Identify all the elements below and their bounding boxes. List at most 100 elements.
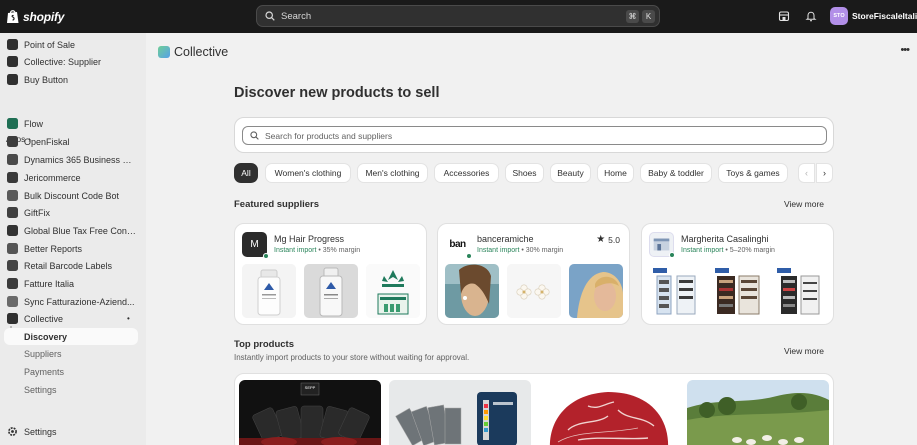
account-menu[interactable]: STO StoreFiscaleItalia <box>830 7 917 25</box>
test-strips-image <box>389 380 531 445</box>
sidebar-item-label: Payments <box>24 366 65 377</box>
bell-icon[interactable] <box>805 10 817 22</box>
shoe-cabinet-image <box>711 264 765 318</box>
sidebar-item-giftfix[interactable]: GiftFix <box>0 204 140 221</box>
sidebar-item-sync-fatturazione[interactable]: Sync Fatturazione-Aziend... <box>0 293 140 310</box>
collective-icon <box>7 313 18 324</box>
shopify-logo[interactable]: shopify <box>6 9 64 24</box>
product-image[interactable]: SEPP <box>239 380 381 445</box>
pearl-earrings-image <box>507 264 561 318</box>
sidebar-item-label: Dynamics 365 Business C... <box>24 154 136 165</box>
category-chip-shoes[interactable]: Shoes <box>505 163 544 183</box>
product-search-input[interactable]: Search for products and suppliers <box>242 126 827 145</box>
product-thumbnail[interactable] <box>304 264 358 318</box>
top-products-title: Top products <box>234 339 294 350</box>
view-more-suppliers-link[interactable]: View more <box>784 199 824 209</box>
sidebar-item-label: Collective <box>24 313 64 324</box>
supplier-logo: M <box>242 232 269 259</box>
sidebar-item-better-reports[interactable]: Better Reports <box>0 240 140 257</box>
sidebar-item-fatture-italia[interactable]: Fatture Italia <box>0 275 140 292</box>
search-placeholder: Search <box>281 10 312 22</box>
instant-import-label: Instant import <box>477 247 520 254</box>
shopify-bag-icon <box>7 10 19 23</box>
barcode-icon <box>7 260 18 271</box>
hair-product-box-image <box>366 264 420 318</box>
top-products-card: SEPP <box>234 373 834 445</box>
product-search-card: Search for products and suppliers <box>234 117 834 153</box>
product-thumbnail[interactable] <box>569 264 623 318</box>
sidebar-item-label: Flow <box>24 118 44 129</box>
chevron-left-icon[interactable]: ‹ <box>798 163 815 183</box>
sidebar-item-label: Settings <box>24 426 57 437</box>
verified-dot-icon <box>669 252 675 258</box>
supplier-meta: Instant import • 35% margin <box>274 247 360 254</box>
sidebar-item-openfiskal[interactable]: OpenFiskal <box>0 133 140 150</box>
sidebar-item-retail-barcode[interactable]: Retail Barcode Labels <box>0 257 140 274</box>
jericommerce-icon <box>7 172 18 183</box>
product-thumbnail[interactable] <box>649 264 703 318</box>
product-brand-text: SEPP <box>305 385 316 390</box>
instant-import-label: Instant import <box>274 247 317 254</box>
supplier-card-mg-hair[interactable]: M Mg Hair Progress Instant import • 35% … <box>234 223 427 325</box>
category-chip-home[interactable]: Home <box>597 163 634 183</box>
product-thumbnail[interactable] <box>242 264 296 318</box>
category-chip-all[interactable]: All <box>234 163 258 183</box>
sidebar-item-global-blue[interactable]: Global Blue Tax Free Conn... <box>0 222 140 239</box>
collective-supplier-icon <box>7 56 18 67</box>
rating-value: 5.0 <box>608 234 620 245</box>
product-thumbnail[interactable] <box>366 264 420 318</box>
product-thumbnail[interactable] <box>773 264 827 318</box>
app-header: Collective <box>158 45 228 59</box>
openfiskal-icon <box>7 136 18 147</box>
margin-label: • 30% margin <box>519 247 564 254</box>
sidebar-item-flow[interactable]: Flow <box>0 115 140 132</box>
product-image[interactable] <box>687 380 829 445</box>
sidebar-item-collective-settings[interactable]: Settings <box>4 381 138 398</box>
sidebar-item-discovery[interactable]: Discovery <box>4 328 138 345</box>
shoe-rack-image <box>649 264 703 318</box>
category-chip-baby[interactable]: Baby & toddler <box>640 163 712 183</box>
shoe-shelf-image <box>773 264 827 318</box>
global-search[interactable]: Search ⌘ K <box>256 5 660 27</box>
star-icon: ★ <box>596 234 606 245</box>
category-chip-accessories[interactable]: Accessories <box>434 163 499 183</box>
shampoo-bottle-image <box>242 264 296 318</box>
model-portrait-image <box>569 264 623 318</box>
supplier-card-margherita[interactable]: Margherita Casalinghi Instant import • 5… <box>641 223 834 325</box>
supplier-card-banceramiche[interactable]: ban banceramiche Instant import • 30% ma… <box>437 223 630 325</box>
sidebar-item-label: OpenFiskal <box>24 136 70 147</box>
sidebar-item-point-of-sale[interactable]: Point of Sale <box>0 36 140 53</box>
product-thumbnail[interactable] <box>445 264 499 318</box>
sidebar-item-bulk-discount[interactable]: Bulk Discount Code Bot <box>0 187 140 204</box>
search-icon <box>265 11 275 21</box>
sidebar-item-buy-button[interactable]: Buy Button <box>0 71 140 88</box>
product-thumbnail[interactable] <box>507 264 561 318</box>
sidebar-item-dynamics-365[interactable]: Dynamics 365 Business C... <box>0 151 140 168</box>
category-chip-mens[interactable]: Men's clothing <box>357 163 428 183</box>
product-image[interactable] <box>538 380 680 445</box>
supplier-logo-text: ban <box>449 239 466 250</box>
search-icon <box>250 131 259 140</box>
sidebar-item-label: Collective: Supplier <box>24 56 102 67</box>
category-chip-womens[interactable]: Women's clothing <box>265 163 351 183</box>
brand-name: shopify <box>23 9 65 24</box>
supplier-name: banceramiche <box>477 234 534 244</box>
verified-dot-icon <box>263 253 269 259</box>
store-icon[interactable] <box>778 10 790 22</box>
sidebar-item-collective-supplier[interactable]: Collective: Supplier <box>0 53 140 70</box>
category-chip-toys[interactable]: Toys & games <box>718 163 788 183</box>
product-thumbnail[interactable] <box>711 264 765 318</box>
margin-label: • 35% margin <box>316 247 361 254</box>
view-more-products-link[interactable]: View more <box>784 346 824 356</box>
sidebar-item-payments[interactable]: Payments <box>4 363 138 380</box>
sidebar-item-settings[interactable]: Settings <box>0 423 140 440</box>
sidebar-item-suppliers[interactable]: Suppliers <box>4 345 138 362</box>
chevron-right-icon[interactable]: › <box>816 163 833 183</box>
sidebar-item-jericommerce[interactable]: Jericommerce <box>0 169 140 186</box>
sidebar-item-collective[interactable]: Collective • <box>0 310 140 327</box>
product-image[interactable] <box>389 380 531 445</box>
category-chip-beauty[interactable]: Beauty <box>550 163 591 183</box>
supplier-rating: ★ 5.0 <box>596 234 620 245</box>
sidebar-item-label: Jericommerce <box>24 172 81 183</box>
more-actions-button[interactable]: ••• <box>900 44 910 56</box>
